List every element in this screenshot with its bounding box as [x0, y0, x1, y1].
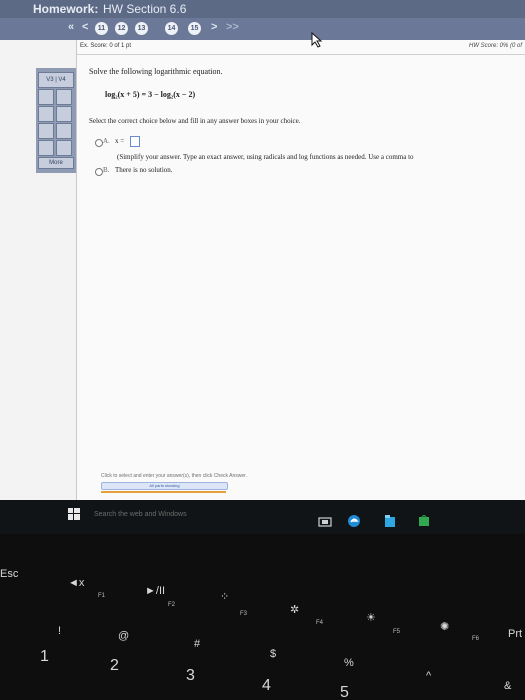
ampersand-symbol: &: [504, 680, 512, 692]
f6-key: F6: [472, 636, 480, 642]
brightness-mid-icon: ✲: [290, 604, 300, 616]
exercise-score: Ex. Score: 0 of 1 pt: [80, 43, 132, 49]
question-nav-bar: « < 11 12 13 14 15 > >>: [0, 18, 525, 40]
option-a-label: A.: [103, 137, 110, 145]
edge-browser-icon[interactable]: [347, 514, 361, 528]
store-icon[interactable]: [418, 514, 430, 527]
tool-tile-2[interactable]: [38, 89, 54, 105]
tool-tile-9[interactable]: [56, 140, 72, 156]
key-2: 2: [110, 657, 119, 674]
play-pause-key: ►/II: [145, 585, 166, 597]
key-5: 5: [340, 684, 349, 700]
keyboard-light-icon: ✺: [440, 621, 450, 633]
percent-symbol: %: [344, 657, 354, 669]
windows-start-icon[interactable]: [68, 508, 80, 520]
f3-key: F3: [240, 611, 248, 617]
question-content-area: Ex. Score: 0 of 1 pt HW Score: 0% (0 of …: [76, 40, 525, 500]
tool-tile-8[interactable]: [38, 140, 54, 156]
f5-key: F5: [393, 629, 401, 635]
key-4: 4: [262, 677, 271, 694]
f1-key: F1: [98, 593, 106, 599]
tool-tile-1[interactable]: V3 | V4: [38, 72, 74, 88]
taskbar-search-box[interactable]: Search the web and Windows: [94, 511, 187, 518]
option-b-text: There is no solution.: [115, 166, 173, 174]
exclamation-symbol: !: [58, 625, 62, 637]
caret-symbol: ^: [426, 670, 432, 682]
file-explorer-icon[interactable]: [384, 514, 396, 528]
esc-key: Esc: [0, 568, 19, 580]
last-question-button[interactable]: >>: [226, 21, 239, 33]
brightness-down-icon: ⁘: [220, 591, 230, 603]
option-a-note: (Simplify your answer. Type an exact ans…: [117, 153, 414, 161]
question-15-button[interactable]: 15: [188, 22, 201, 35]
more-tools-button[interactable]: More: [38, 157, 74, 169]
tool-tile-4[interactable]: [38, 106, 54, 122]
print-screen-key: Prt: [508, 628, 523, 640]
homework-title: HW Section 6.6: [103, 2, 187, 16]
mute-key: ◄x: [68, 577, 85, 589]
f2-key: F2: [168, 602, 176, 608]
left-tool-panel: V3 | V4 More: [36, 68, 76, 173]
laptop-screen: Homework: HW Section 6.6 « < 11 12 13 14…: [0, 0, 525, 500]
key-3: 3: [186, 667, 195, 684]
hash-symbol: #: [194, 638, 201, 650]
question-14-button[interactable]: 14: [165, 22, 178, 35]
question-11-button[interactable]: 11: [95, 22, 108, 35]
progress-fill: [101, 491, 226, 493]
next-question-button[interactable]: >: [211, 21, 217, 33]
question-12-button[interactable]: 12: [115, 22, 128, 35]
select-prompt: Select the correct choice below and fill…: [89, 117, 301, 125]
tool-tile-3[interactable]: [56, 89, 72, 105]
score-bar: Ex. Score: 0 of 1 pt HW Score: 0% (0 of: [77, 40, 525, 55]
brightness-up-icon: ☀: [366, 612, 376, 624]
laptop-keyboard: [0, 534, 525, 700]
all-parts-showing-bar: All parts showing: [101, 482, 228, 490]
tool-tile-5[interactable]: [56, 106, 72, 122]
option-b-radio[interactable]: [95, 168, 103, 176]
answer-hint: Click to select and enter your answer(s)…: [101, 473, 247, 479]
option-a-prefix: x =: [115, 137, 125, 145]
key-1: 1: [40, 648, 49, 665]
f4-key: F4: [316, 620, 324, 626]
prev-question-button[interactable]: <: [82, 21, 88, 33]
dollar-symbol: $: [270, 648, 277, 660]
question-13-button[interactable]: 13: [135, 22, 148, 35]
question-instruction: Solve the following logarithmic equation…: [89, 67, 223, 76]
tool-tile-7[interactable]: [56, 123, 72, 139]
tool-tile-6[interactable]: [38, 123, 54, 139]
answer-input-box[interactable]: [130, 136, 140, 147]
homework-score: HW Score: 0% (0 of: [468, 43, 522, 49]
homework-label: Homework:: [33, 2, 99, 16]
task-view-icon[interactable]: [318, 517, 332, 527]
option-b-label: B.: [103, 166, 110, 174]
photo-frame: Homework: HW Section 6.6 « < 11 12 13 14…: [0, 0, 525, 700]
first-question-button[interactable]: «: [68, 21, 74, 33]
option-a-radio[interactable]: [95, 139, 103, 147]
homework-header: Homework: HW Section 6.6: [0, 0, 525, 18]
mouse-cursor-icon: [311, 32, 323, 48]
at-symbol: @: [118, 630, 130, 642]
question-equation: log₂(x + 5) = 3 − log₂(x − 2): [105, 90, 196, 99]
